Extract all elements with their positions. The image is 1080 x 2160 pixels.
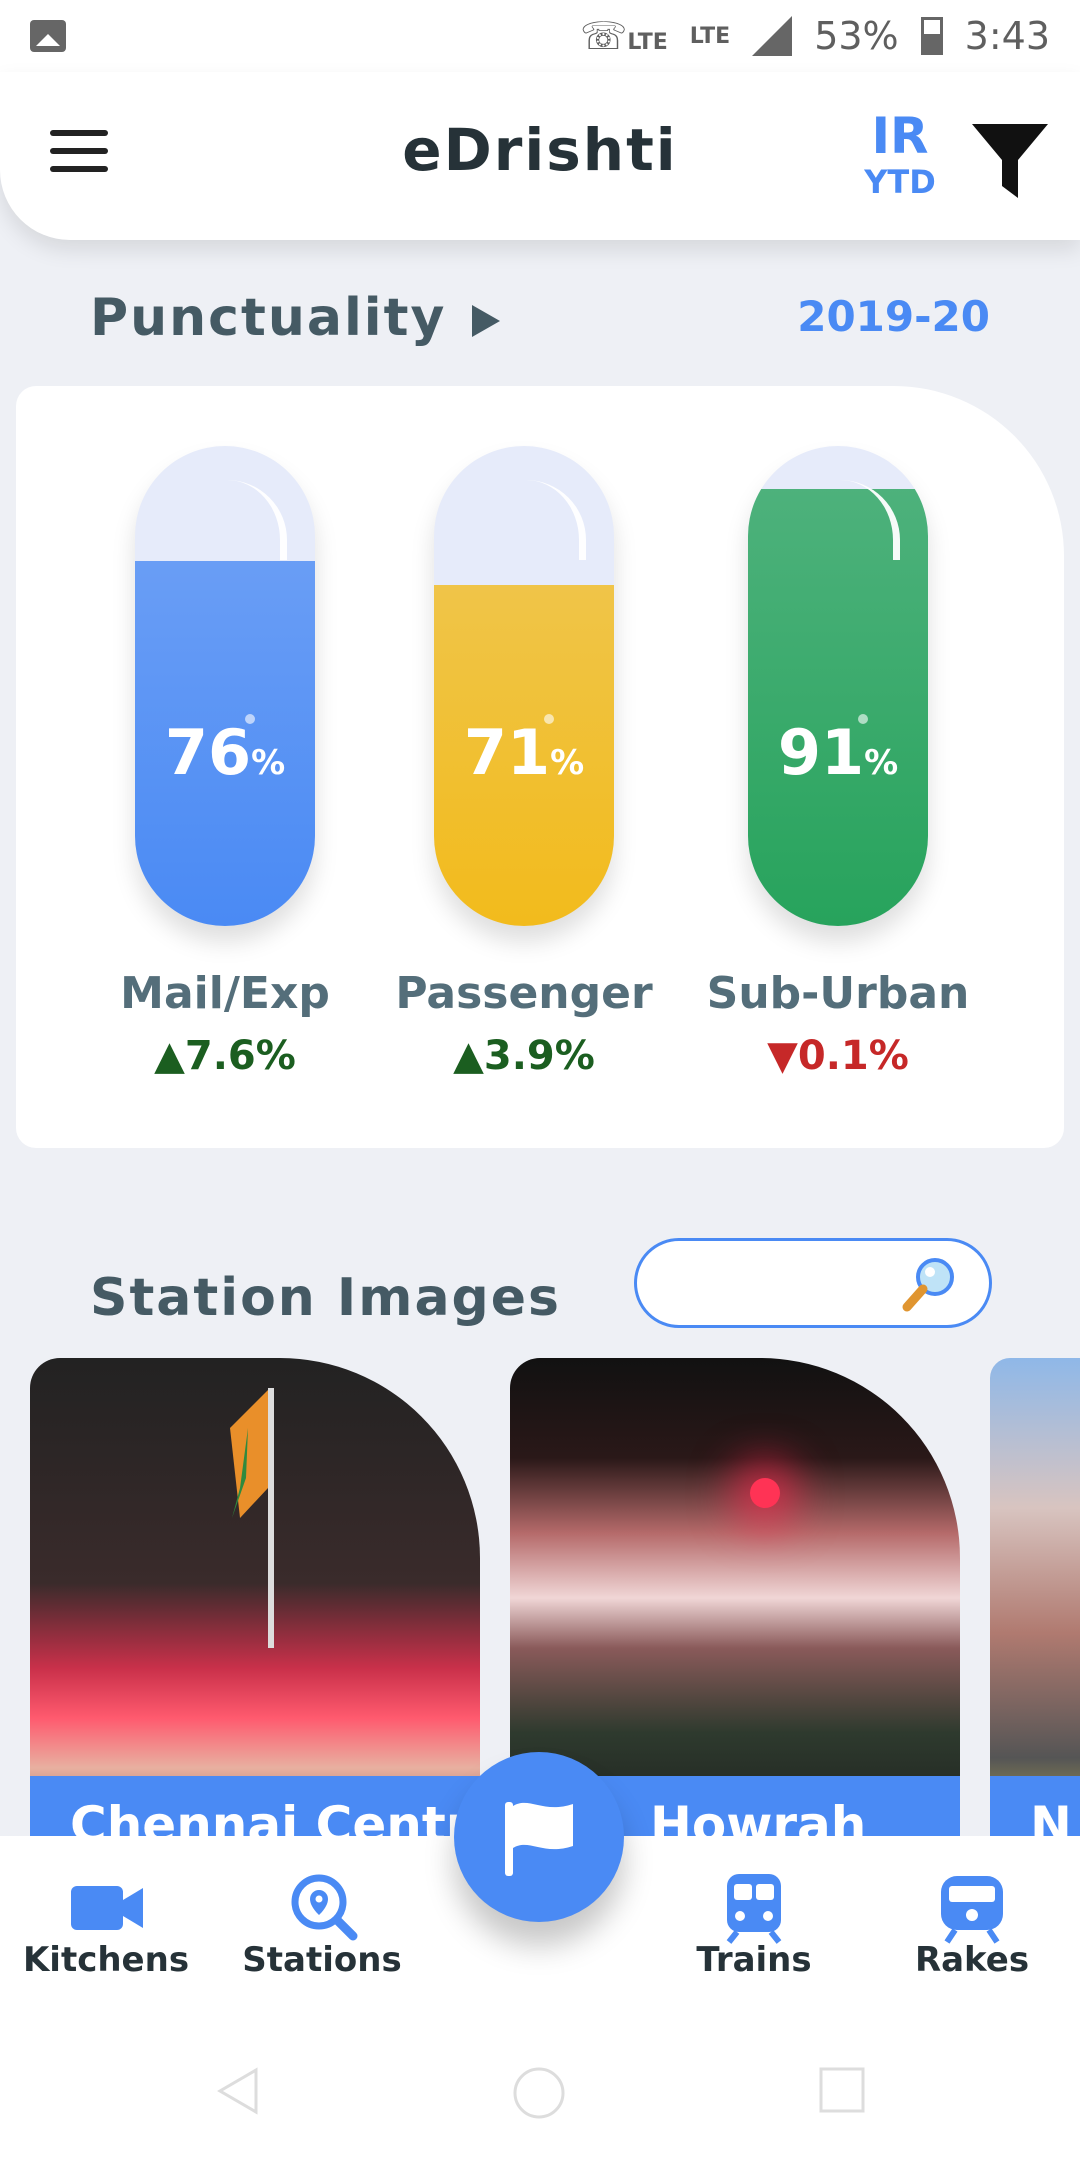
video-camera-icon — [71, 1886, 143, 1930]
flag-pole-graphic — [230, 1388, 274, 1648]
recents-icon[interactable] — [818, 2066, 866, 2114]
play-arrow-icon — [472, 305, 501, 337]
app-bar: eDrishti IR YTD — [0, 72, 1080, 240]
flag-fab-button[interactable] — [454, 1752, 624, 1922]
battery-icon — [920, 17, 943, 55]
gauge-label: Mail/Exp — [120, 968, 330, 1019]
train-icon — [726, 1874, 782, 1944]
zone-period-selector[interactable]: IR YTD — [860, 110, 940, 202]
nav-trains[interactable]: Trains — [654, 1870, 854, 1980]
clock: 3:43 — [964, 14, 1050, 58]
back-icon[interactable] — [214, 2066, 264, 2116]
location-search-icon — [291, 1874, 358, 1941]
lte-label: LTE — [689, 23, 731, 49]
station-images-heading: Station Images — [90, 1268, 561, 1328]
system-navigation-bar — [0, 2016, 1080, 2160]
gauge-value: 71% — [463, 716, 585, 789]
station-search-field[interactable] — [634, 1238, 992, 1328]
rake-icon — [941, 1876, 1003, 1944]
gallery-notification-icon — [30, 20, 66, 52]
zone-label: IR — [871, 107, 929, 165]
gauge-change: ▼0.1% — [767, 1033, 909, 1079]
nav-rakes[interactable]: Rakes — [872, 1870, 1072, 1980]
gauge-label: Passenger — [395, 968, 653, 1019]
station-tile[interactable]: N — [990, 1358, 1080, 1858]
year-selector[interactable]: 2019-20 — [797, 292, 990, 341]
station-tile[interactable]: Chennai Central — [30, 1358, 480, 1858]
battery-percent: 53% — [814, 14, 899, 58]
gauge-pill: 91% — [748, 446, 928, 926]
search-icon[interactable] — [899, 1255, 959, 1315]
period-label: YTD — [864, 163, 936, 201]
nav-kitchens[interactable]: Kitchens — [6, 1870, 206, 1980]
station-search-input[interactable] — [667, 1259, 907, 1309]
home-icon[interactable] — [512, 2066, 566, 2120]
call-lte-icon: ☏LTE — [579, 14, 668, 58]
signal-icon — [752, 16, 793, 56]
gauge-value: 91% — [777, 716, 899, 789]
gauge-change: ▲3.9% — [453, 1033, 595, 1079]
gauge-fill — [748, 489, 928, 926]
punctuality-card: 76% Mail/Exp ▲7.6% 71% Passenger ▲3.9% 9… — [16, 386, 1064, 1148]
gauge-pill: 76% — [135, 446, 315, 926]
gauge-mail-exp[interactable]: 76% Mail/Exp ▲7.6% — [120, 446, 330, 1079]
status-bar: ☏LTE LTE 53% 3:43 — [0, 0, 1080, 72]
gauge-pill: 71% — [434, 446, 614, 926]
gauge-change: ▲7.6% — [154, 1033, 296, 1079]
flag-icon — [505, 1802, 573, 1876]
punctuality-heading[interactable]: Punctuality — [90, 288, 501, 348]
gauge-passenger[interactable]: 71% Passenger ▲3.9% — [395, 446, 653, 1079]
gauge-label: Sub-Urban — [706, 968, 970, 1019]
filter-icon[interactable] — [970, 120, 1050, 202]
nav-stations[interactable]: Stations — [222, 1870, 422, 1980]
gauge-sub-urban[interactable]: 91% Sub-Urban ▼0.1% — [707, 446, 969, 1079]
gauge-value: 76% — [164, 716, 286, 789]
